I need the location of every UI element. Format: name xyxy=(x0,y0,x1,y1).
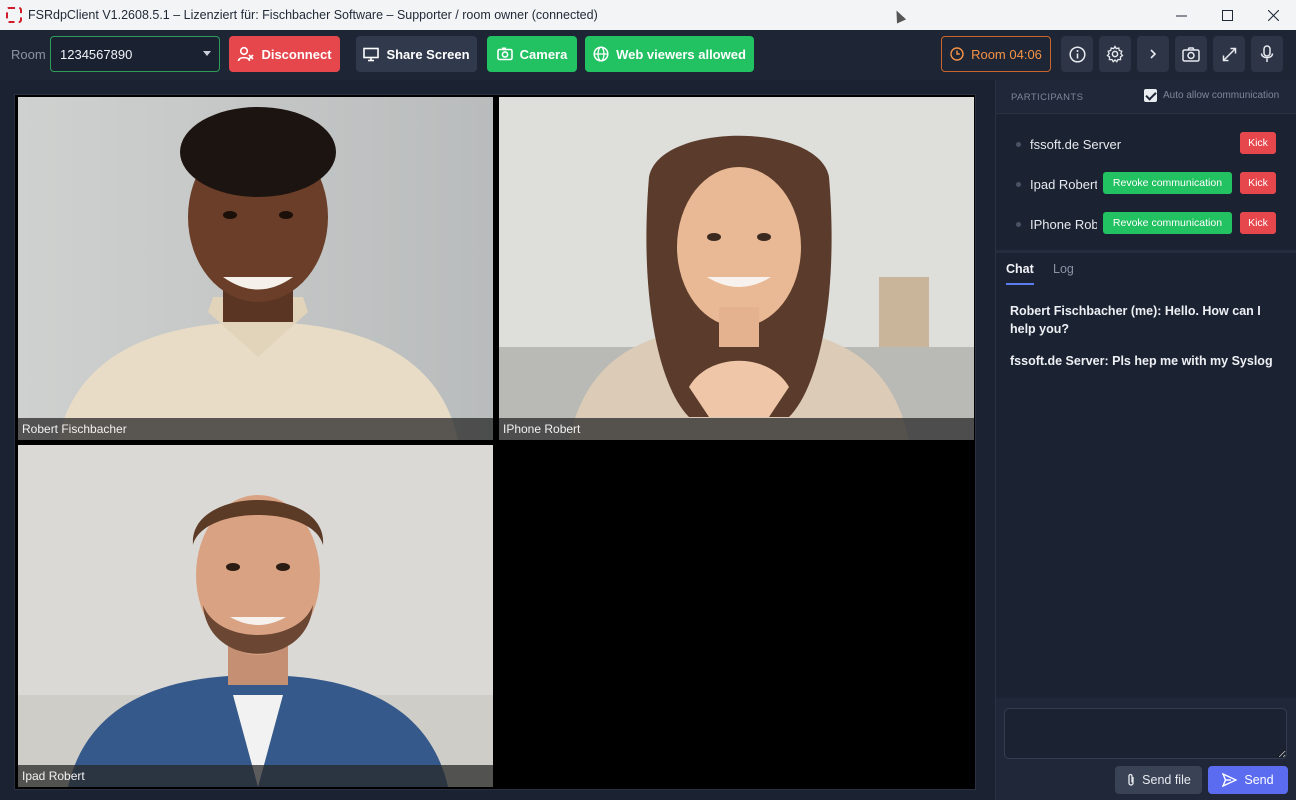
participant-video-image xyxy=(18,445,493,787)
fullscreen-button[interactable] xyxy=(1213,36,1245,72)
video-tile-ipad-robert[interactable]: Ipad Robert xyxy=(18,445,493,787)
app-logo-icon xyxy=(6,7,22,23)
participant-name: IPhone Robert xyxy=(1030,217,1097,232)
paperclip-icon xyxy=(1128,773,1134,786)
info-button[interactable] xyxy=(1061,36,1093,72)
video-tile-iphone-robert[interactable]: IPhone Robert xyxy=(499,97,974,440)
chat-input[interactable] xyxy=(1004,708,1287,759)
status-dot-icon xyxy=(1016,222,1021,227)
chevron-down-icon xyxy=(203,51,211,56)
auto-allow-toggle[interactable]: Auto allow communication xyxy=(1144,89,1279,102)
room-select-value: 1234567890 xyxy=(60,46,133,62)
camera-button[interactable]: Camera xyxy=(487,36,577,72)
expand-icon xyxy=(1222,47,1236,61)
maximize-button[interactable] xyxy=(1204,0,1250,30)
auto-allow-checkbox[interactable] xyxy=(1144,89,1157,102)
minimize-button[interactable] xyxy=(1158,0,1204,30)
participant-row: IPhone Robert Revoke communication Kick xyxy=(996,209,1296,239)
status-dot-icon xyxy=(1016,142,1021,147)
chat-log-tabs: Chat Log xyxy=(996,256,1296,288)
kick-button[interactable]: Kick xyxy=(1240,172,1276,194)
participant-name: fssoft.de Server xyxy=(1030,137,1122,152)
web-viewers-label: Web viewers allowed xyxy=(616,46,746,62)
title-bar: FSRdpClient V1.2608.5.1 – Lizenziert für… xyxy=(0,0,1296,30)
auto-allow-label: Auto allow communication xyxy=(1163,90,1280,101)
send-file-label: Send file xyxy=(1142,773,1191,787)
room-select[interactable]: 1234567890 xyxy=(50,36,220,72)
participant-row: fssoft.de Server Kick xyxy=(996,129,1296,159)
chevron-right-icon xyxy=(1150,49,1157,59)
kick-button[interactable]: Kick xyxy=(1240,132,1276,154)
snapshot-icon xyxy=(1182,46,1200,62)
expand-panel-button[interactable] xyxy=(1137,36,1169,72)
monitor-icon xyxy=(363,47,380,61)
camera-label: Camera xyxy=(519,46,568,62)
send-file-button[interactable]: Send file xyxy=(1115,766,1202,794)
kick-button[interactable]: Kick xyxy=(1240,212,1276,234)
disconnect-label: Disconnect xyxy=(261,46,332,62)
user-remove-icon xyxy=(238,46,255,61)
share-screen-button[interactable]: Share Screen xyxy=(356,36,477,72)
window-title: FSRdpClient V1.2608.5.1 – Lizenziert für… xyxy=(28,8,598,22)
tab-log[interactable]: Log xyxy=(1053,262,1074,276)
minimize-icon xyxy=(1175,15,1187,16)
panel-divider xyxy=(996,250,1296,253)
chat-messages: Robert Fischbacher (me): Hello. How can … xyxy=(1010,302,1282,384)
settings-button[interactable] xyxy=(1099,36,1131,72)
participants-title: PARTICIPANTS xyxy=(1011,92,1084,103)
disconnect-button[interactable]: Disconnect xyxy=(229,36,340,72)
video-tile-label: Robert Fischbacher xyxy=(18,418,493,440)
send-icon xyxy=(1222,773,1238,787)
chat-message: Robert Fischbacher (me): Hello. How can … xyxy=(1010,304,1261,336)
participants-header: PARTICIPANTS Auto allow communication xyxy=(996,80,1296,114)
maximize-icon xyxy=(1221,9,1233,21)
revoke-communication-button[interactable]: Revoke communication xyxy=(1103,172,1232,194)
snapshot-button[interactable] xyxy=(1175,36,1207,72)
participant-video-image xyxy=(499,97,974,440)
side-panel: PARTICIPANTS Auto allow communication fs… xyxy=(995,80,1296,800)
tab-chat[interactable]: Chat xyxy=(1006,262,1034,285)
gear-icon xyxy=(1106,45,1124,63)
info-icon xyxy=(1068,45,1086,63)
chat-message: fssoft.de Server: Pls hep me with my Sys… xyxy=(1010,354,1273,368)
microphone-icon xyxy=(1260,45,1274,62)
globe-icon xyxy=(593,46,609,62)
video-grid: Robert Fischbacher IPhone Robert Ipad Ro… xyxy=(14,94,976,790)
participant-video-image xyxy=(18,97,493,440)
room-timer-button[interactable]: Room 04:06 xyxy=(941,36,1051,72)
participant-name: Ipad Robert xyxy=(1030,177,1097,192)
share-screen-label: Share Screen xyxy=(386,46,470,62)
room-label: Room xyxy=(11,47,46,62)
camera-icon xyxy=(496,47,513,61)
participant-row: Ipad Robert Revoke communication Kick xyxy=(996,169,1296,199)
video-tile-label: IPhone Robert xyxy=(499,418,974,440)
send-button[interactable]: Send xyxy=(1208,766,1288,794)
clock-icon xyxy=(950,47,964,61)
close-icon xyxy=(1267,9,1279,21)
send-label: Send xyxy=(1244,773,1274,787)
microphone-button[interactable] xyxy=(1251,36,1283,72)
web-viewers-button[interactable]: Web viewers allowed xyxy=(585,36,754,72)
toolbar: Room 1234567890 Disconnect Share Screen … xyxy=(0,30,1296,80)
room-timer-label: Room 04:06 xyxy=(971,46,1042,62)
close-button[interactable] xyxy=(1250,0,1296,30)
video-tile-robert-fischbacher[interactable]: Robert Fischbacher xyxy=(18,97,493,440)
status-dot-icon xyxy=(1016,182,1021,187)
video-tile-label: Ipad Robert xyxy=(18,765,493,787)
window-controls xyxy=(1158,0,1296,30)
revoke-communication-button[interactable]: Revoke communication xyxy=(1103,212,1232,234)
